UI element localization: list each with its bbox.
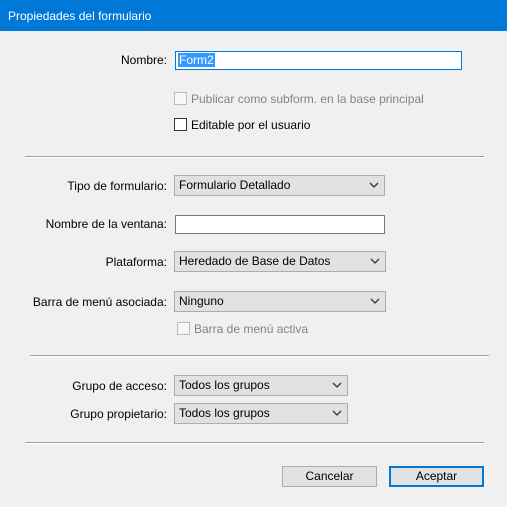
chevron-down-icon <box>369 182 379 188</box>
accept-button[interactable]: Aceptar <box>389 466 484 487</box>
name-input-value: Form2 <box>178 53 215 67</box>
separator-2 <box>30 355 489 357</box>
publish-subform-checkbox[interactable]: Publicar como subform. en la base princi… <box>174 92 424 106</box>
chevron-down-icon <box>370 298 380 304</box>
menu-bar-select[interactable]: Ninguno <box>174 291 386 312</box>
cancel-button[interactable]: Cancelar <box>282 466 377 487</box>
name-label: Nombre: <box>120 53 167 67</box>
form-type-value: Formulario Detallado <box>179 178 291 192</box>
owner-group-value: Todos los grupos <box>179 406 270 420</box>
separator-3 <box>25 442 484 444</box>
platform-value: Heredado de Base de Datos <box>179 254 331 268</box>
access-group-label: Grupo de acceso: <box>72 379 167 393</box>
title-bar: Propiedades del formulario <box>0 0 507 31</box>
window-name-input[interactable] <box>175 215 385 234</box>
access-group-select[interactable]: Todos los grupos <box>174 375 348 396</box>
menu-active-label: Barra de menú activa <box>194 322 309 336</box>
menu-active-checkbox-box[interactable] <box>177 322 190 335</box>
owner-group-label: Grupo propietario: <box>70 407 167 421</box>
menu-bar-label: Barra de menú asociada: <box>32 295 167 309</box>
editable-label: Editable por el usuario <box>191 118 311 132</box>
owner-group-select[interactable]: Todos los grupos <box>174 403 348 424</box>
window-title: Propiedades del formulario <box>8 9 152 23</box>
chevron-down-icon <box>370 258 380 264</box>
chevron-down-icon <box>332 382 342 388</box>
platform-label: Plataforma: <box>105 255 167 269</box>
name-input[interactable]: Form2 <box>175 51 462 70</box>
separator-1 <box>25 156 484 158</box>
platform-select[interactable]: Heredado de Base de Datos <box>174 251 386 272</box>
editable-checkbox[interactable]: Editable por el usuario <box>174 118 310 132</box>
editable-checkbox-box[interactable] <box>174 118 187 131</box>
form-type-label: Tipo de formulario: <box>67 179 167 193</box>
window-name-label: Nombre de la ventana: <box>45 217 167 231</box>
access-group-value: Todos los grupos <box>179 378 270 392</box>
publish-subform-label: Publicar como subform. en la base princi… <box>191 92 424 106</box>
menu-active-checkbox[interactable]: Barra de menú activa <box>177 322 308 336</box>
chevron-down-icon <box>332 410 342 416</box>
form-type-select[interactable]: Formulario Detallado <box>174 175 385 196</box>
menu-bar-value: Ninguno <box>179 294 224 308</box>
publish-subform-checkbox-box[interactable] <box>174 92 187 105</box>
